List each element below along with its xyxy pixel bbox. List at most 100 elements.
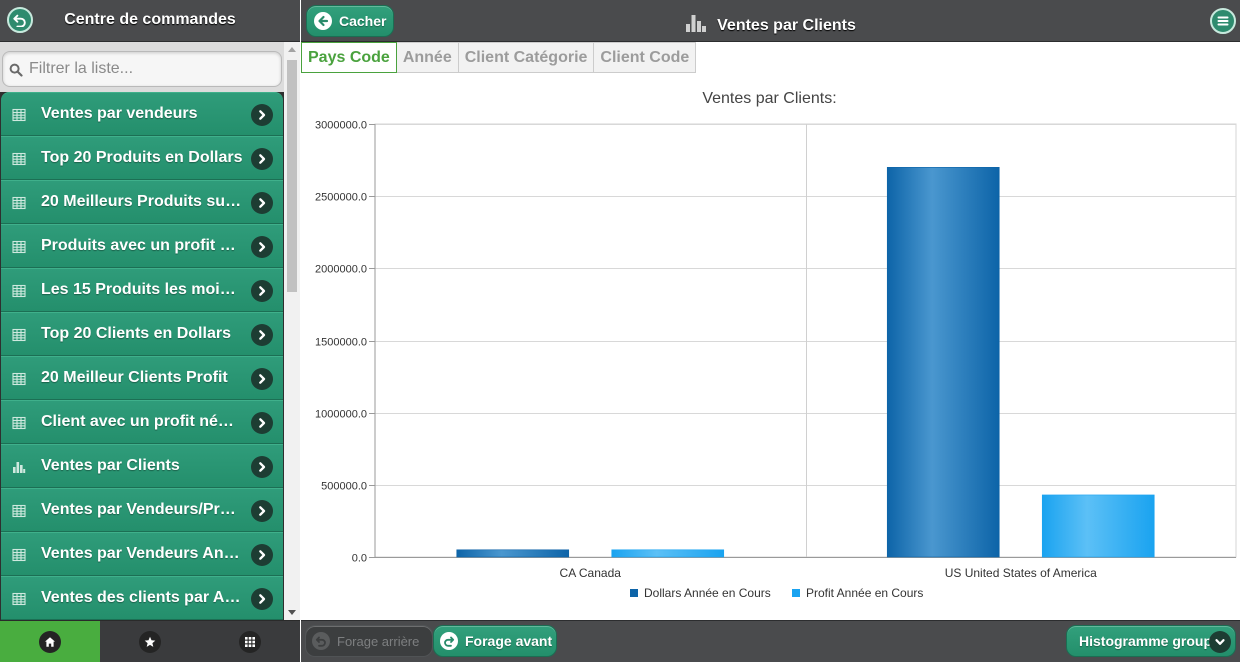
- breakdown-tab[interactable]: Année: [395, 42, 459, 73]
- tab-apps[interactable]: [200, 620, 300, 662]
- chart-title: Ventes par Clients:: [702, 90, 836, 107]
- command-list: Ventes par vendeurs Top 20 Produits en Do…: [0, 92, 284, 620]
- sidebar-scrollbar[interactable]: [284, 42, 300, 620]
- chevron-right-icon[interactable]: [251, 236, 273, 258]
- table-icon: [12, 152, 26, 166]
- grid-icon: [245, 636, 255, 647]
- legend-label: Dollars Année en Cours: [644, 586, 771, 600]
- filter-bar: [0, 42, 284, 92]
- chevron-right-icon[interactable]: [251, 588, 273, 610]
- sidebar-item[interactable]: 20 Meilleurs Produits sur le Profit: [1, 180, 283, 224]
- y-tick-label: 1500000.0: [315, 337, 367, 349]
- sidebar-item-label: Top 20 Clients en Dollars: [41, 325, 231, 342]
- tab-favorites[interactable]: [100, 620, 200, 662]
- redo-icon: [444, 636, 455, 647]
- drill-forward-button[interactable]: Forage avant: [433, 625, 557, 657]
- breakdown-tab[interactable]: Client Catégorie: [457, 42, 595, 73]
- main-header: Cacher Ventes par Clients: [301, 0, 1240, 42]
- bar-dollars: [886, 167, 1000, 558]
- sidebar-item[interactable]: 20 Meilleur Clients Profit: [1, 356, 283, 400]
- sidebar-item-label: Ventes par Vendeurs/Produits: [41, 501, 243, 518]
- chevron-right-icon[interactable]: [251, 500, 273, 522]
- x-tick-label: US United States of America: [945, 566, 1097, 580]
- sidebar-header: Centre de commandes: [0, 0, 300, 42]
- breakdown-tabs: Pays Code Année Client Catégorie Client Cod…: [301, 42, 697, 74]
- scroll-down-arrow-icon[interactable]: [288, 610, 296, 615]
- y-tick-label: 1000000.0: [315, 409, 367, 421]
- table-icon: [12, 108, 26, 122]
- legend-label: Profit Année en Cours: [806, 586, 923, 600]
- sidebar-item-label: Produits avec un profit négatif: [41, 237, 243, 254]
- chevron-right-icon[interactable]: [251, 148, 273, 170]
- chevron-right-icon[interactable]: [251, 544, 273, 566]
- chevron-right-icon[interactable]: [251, 456, 273, 478]
- hamburger-menu-icon: [1217, 16, 1229, 26]
- chart-type-label: Histogramme groupé: [1079, 633, 1220, 649]
- sidebar-item-label: Les 15 Produits les moins vendus: [41, 281, 243, 298]
- table-icon: [12, 328, 26, 342]
- chevron-right-icon[interactable]: [251, 192, 273, 214]
- x-tick-label: CA Canada: [560, 566, 622, 580]
- y-tick-label: 3000000.0: [315, 120, 367, 132]
- table-icon: [12, 416, 26, 430]
- sidebar-item[interactable]: Ventes des clients par Années: [1, 576, 283, 620]
- drill-forward-label: Forage avant: [465, 633, 553, 649]
- chevron-right-icon[interactable]: [251, 324, 273, 346]
- sidebar-item[interactable]: Produits avec un profit négatif: [1, 224, 283, 268]
- plot-frame: [374, 123, 1237, 558]
- table-icon: [12, 284, 26, 298]
- sidebar-item[interactable]: Ventes par Vendeurs Années: [1, 532, 283, 576]
- sidebar-item-label: 20 Meilleur Clients Profit: [41, 369, 228, 386]
- chevron-right-icon[interactable]: [251, 368, 273, 390]
- breakdown-tab[interactable]: Pays Code: [301, 42, 397, 73]
- drill-back-label: Forage arrière: [337, 633, 420, 649]
- legend-swatch: [630, 589, 638, 597]
- sidebar-item[interactable]: Client avec un profit négatif: [1, 400, 283, 444]
- sidebar-item[interactable]: Ventes par Vendeurs/Produits: [1, 488, 283, 532]
- bar-dollars: [456, 549, 570, 558]
- filter-box: [2, 51, 282, 87]
- bar-chart-icon: [686, 15, 707, 32]
- chart-area: Ventes par Clients: 0.0 500000.0 1000000.0 1…: [301, 74, 1240, 620]
- sidebar-title: Centre de commandes: [64, 11, 236, 28]
- table-icon: [12, 504, 26, 518]
- sidebar-item[interactable]: Ventes par vendeurs: [1, 92, 283, 136]
- sidebar-item-label: Top 20 Produits en Dollars: [41, 149, 243, 166]
- sidebar-item[interactable]: Les 15 Produits les moins vendus: [1, 268, 283, 312]
- page-title: Ventes par Clients: [301, 13, 1240, 35]
- sidebar-item[interactable]: Top 20 Clients en Dollars: [1, 312, 283, 356]
- bar-profit: [611, 549, 725, 558]
- chevron-right-icon[interactable]: [251, 412, 273, 434]
- chart-type-button[interactable]: Histogramme groupé: [1066, 625, 1236, 657]
- table-icon: [12, 372, 26, 386]
- star-icon: [144, 636, 156, 647]
- y-tick-label: 500000.0: [321, 481, 367, 493]
- home-icon: [45, 636, 55, 647]
- chevron-right-icon[interactable]: [251, 280, 273, 302]
- chart-svg: Ventes par Clients: 0.0 500000.0 1000000.0 1…: [315, 90, 1237, 600]
- y-tick-label: 2500000.0: [315, 192, 367, 204]
- bar-profit: [1041, 494, 1155, 558]
- tab-home[interactable]: [0, 620, 100, 662]
- drill-back-button[interactable]: Forage arrière: [305, 625, 433, 657]
- breakdown-tab[interactable]: Client Code: [593, 42, 697, 73]
- table-icon: [12, 548, 26, 562]
- menu-button[interactable]: [1210, 8, 1236, 34]
- sidebar-item[interactable]: Ventes par Clients: [1, 444, 283, 488]
- scroll-up-arrow-icon[interactable]: [288, 47, 296, 52]
- bar-chart-icon: [12, 460, 26, 474]
- scroll-thumb[interactable]: [287, 60, 297, 292]
- undo-icon: [315, 636, 326, 647]
- sidebar-item[interactable]: Top 20 Produits en Dollars: [1, 136, 283, 180]
- sidebar-item-label: 20 Meilleurs Produits sur le Profit: [41, 193, 243, 210]
- filter-input[interactable]: [29, 52, 277, 86]
- legend-swatch: [792, 589, 800, 597]
- chevron-right-icon[interactable]: [251, 104, 273, 126]
- y-tick-label: 2000000.0: [315, 264, 367, 276]
- table-icon: [12, 592, 26, 606]
- sidebar-item-label: Ventes par vendeurs: [41, 105, 198, 122]
- table-icon: [12, 196, 26, 210]
- sidebar-item-label: Ventes par Clients: [41, 457, 180, 474]
- search-icon: [9, 63, 23, 77]
- y-tick-label: 0.0: [352, 553, 367, 565]
